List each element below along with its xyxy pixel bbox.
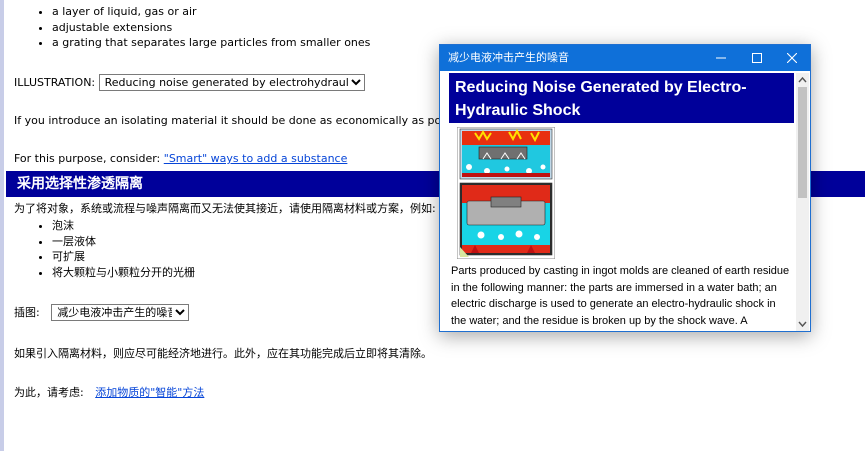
left-border-rule [0, 0, 4, 451]
consider-label: For this purpose, consider: [14, 152, 161, 165]
minimize-icon [716, 57, 726, 59]
consider-link[interactable]: "Smart" ways to add a substance [164, 152, 348, 165]
close-icon [787, 53, 797, 63]
illustration-popup-window: 减少电液冲击产生的噪音 Reducing Noise Generated by … [439, 44, 811, 332]
popup-heading: Reducing Noise Generated by Electro-Hydr… [449, 73, 794, 123]
consider-label: 为此，请考虑: [14, 386, 84, 399]
electrohydraulic-illustration [457, 127, 555, 259]
list-item: 一层液体 [52, 234, 195, 250]
chinese-illustration-row: 插图: 减少电液冲击产生的噪音 [14, 304, 190, 321]
maximize-icon [752, 53, 762, 63]
list-item: 泡沫 [52, 218, 195, 234]
popup-paragraph: Parts produced by casting in ingot molds… [451, 265, 790, 327]
popup-scrollbar[interactable] [796, 73, 809, 331]
scroll-up-arrow-icon[interactable] [796, 73, 809, 87]
scroll-down-arrow-icon[interactable] [796, 317, 809, 331]
illustration-select[interactable]: 减少电液冲击产生的噪音 [51, 304, 190, 321]
scrollbar-thumb[interactable] [798, 87, 807, 198]
list-item: a grating that separates large particles… [52, 35, 370, 51]
close-button[interactable] [774, 45, 810, 71]
illustration-label: ILLUSTRATION: [14, 76, 96, 89]
chinese-isolating-text: 如果引入隔离材料，则应尽可能经济地进行。此外，应在其功能完成后立即将其清除。 [14, 347, 432, 360]
illustration-select[interactable]: Reducing noise generated by electrohydra… [98, 74, 365, 91]
chinese-isolation-list: 泡沫 一层液体 可扩展 将大颗粒与小颗粒分开的光栅 [14, 218, 195, 280]
list-item: 将大颗粒与小颗粒分开的光栅 [52, 265, 195, 281]
chinese-intro-text: 为了将对象，系统或流程与噪声隔离而又无法使其接近，请使用隔离材料或方案，例如: [14, 202, 436, 215]
english-consider-row: For this purpose, consider: "Smart" ways… [14, 152, 347, 165]
window-titlebar[interactable]: 减少电液冲击产生的噪音 [440, 45, 810, 71]
english-illustration-row: ILLUSTRATION: Reducing noise generated b… [14, 74, 365, 91]
list-item: adjustable extensions [52, 20, 370, 36]
minimize-button[interactable] [703, 45, 739, 71]
window-title: 减少电液冲击产生的噪音 [448, 51, 569, 64]
english-isolating-text: If you introduce an isolating material i… [14, 114, 507, 127]
list-item: a layer of liquid, gas or air [52, 4, 370, 20]
consider-link[interactable]: 添加物质的"智能"方法 [95, 386, 204, 399]
english-isolation-list: foam a layer of liquid, gas or air adjus… [14, 0, 370, 51]
chinese-heading: 采用选择性渗透隔离 [17, 176, 143, 192]
illustration-label: 插图: [14, 306, 40, 319]
chinese-consider-row: 为此，请考虑: 添加物质的"智能"方法 [14, 384, 204, 400]
popup-content: Reducing Noise Generated by Electro-Hydr… [449, 73, 794, 329]
maximize-button[interactable] [739, 45, 775, 71]
list-item: 可扩展 [52, 249, 195, 265]
